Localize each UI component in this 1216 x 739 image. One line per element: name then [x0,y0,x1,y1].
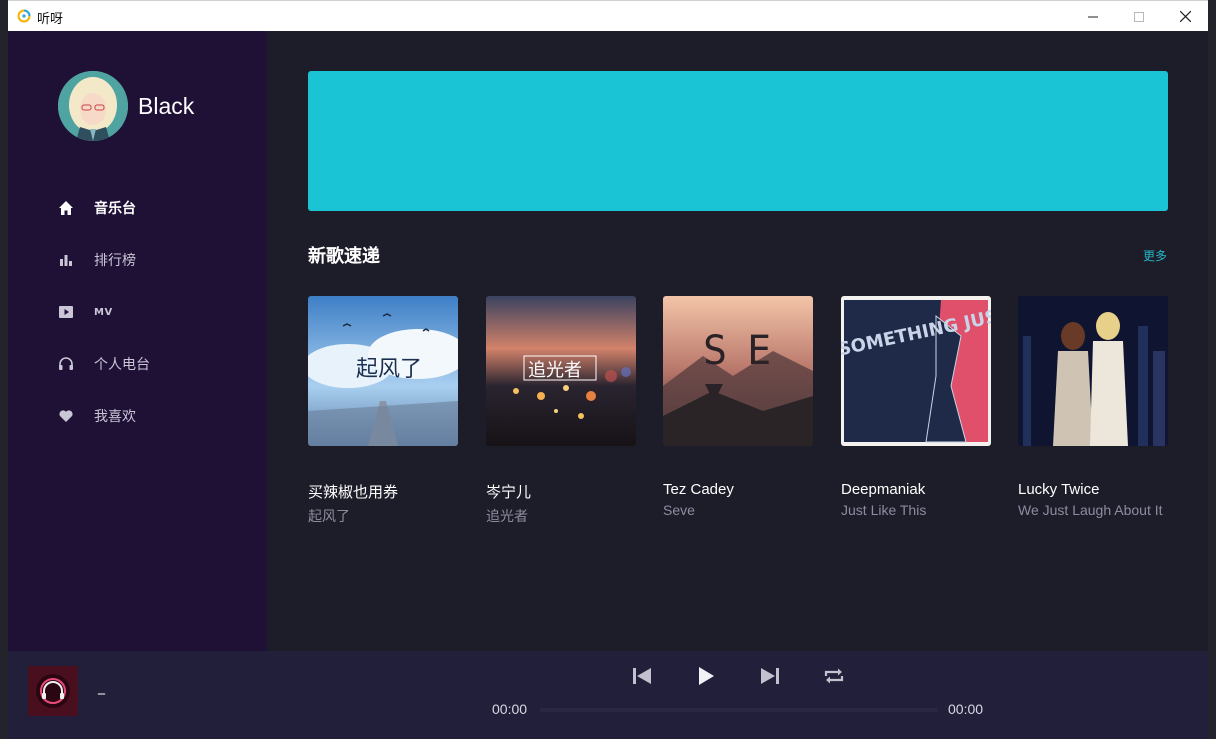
window-title: 听呀 [37,12,64,27]
sidebar-item-label: MV [94,306,113,318]
current-time: 00:00 [492,701,528,717]
album-cover-text: 追光者 [528,360,582,381]
artist-name[interactable]: We Just Laugh About It [1018,502,1168,518]
album-cover-text: SE [703,328,791,374]
repeat-button[interactable] [822,665,846,687]
avatar[interactable] [58,71,128,141]
album-cover[interactable]: 追光者 [486,296,636,446]
app-logo-icon [17,9,31,23]
album-card[interactable]: 起风了 买辣椒也用券 起风了 [308,296,458,526]
section-title: 新歌速递 [308,246,380,267]
sidebar-item-label: 我喜欢 [94,409,136,425]
artist-name[interactable]: 起风了 [308,506,458,526]
sidebar-item-charts[interactable]: 排行榜 [58,245,248,275]
sidebar-item-label: 排行榜 [94,253,136,269]
sidebar-item-personal-radio[interactable]: 个人电台 [58,349,248,379]
heart-icon [58,408,74,424]
minimize-button[interactable] [1070,1,1116,32]
banner[interactable] [308,71,1168,211]
headphones-icon [58,356,74,372]
home-icon [58,200,74,216]
maximize-icon [1134,11,1144,22]
main-content: 新歌速递 更多 起风了 买辣椒也用券 起风了 追光者 岑宁儿 追光者 SE Te… [267,31,1208,651]
player-bar: _ 00:00 00:00 [8,651,1208,739]
previous-button[interactable] [630,665,654,687]
album-cover[interactable]: SE [663,296,813,446]
song-name[interactable]: Tez Cadey [663,481,813,498]
total-time: 00:00 [948,701,984,717]
skip-next-icon [761,668,779,684]
song-name[interactable]: Deepmaniak [841,481,991,498]
minimize-icon [1088,16,1098,17]
play-button[interactable] [694,665,718,687]
app-window: 听呀 Black 音乐台 排行榜 MV 个人电台 我喜欢 新歌速递 更多 起风了… [8,0,1208,739]
play-icon [699,667,714,685]
progress-bar[interactable] [540,708,938,712]
album-card[interactable]: SE Tez Cadey Seve [663,296,813,518]
bar-chart-icon [58,252,74,268]
artist-name[interactable]: Seve [663,502,813,518]
album-card[interactable]: Lucky Twice We Just Laugh About It [1018,296,1168,518]
album-cover-text: 起风了 [356,357,422,382]
sidebar-item-label: 个人电台 [94,357,150,373]
video-play-icon [58,304,74,320]
album-cover[interactable] [1018,296,1168,446]
background-strip-right [1208,0,1216,739]
background-strip-left [0,0,8,739]
artist-name[interactable]: 追光者 [486,506,636,526]
song-name[interactable]: 岑宁儿 [486,481,636,502]
more-link[interactable]: 更多 [1143,247,1167,264]
sidebar-item-favorites[interactable]: 我喜欢 [58,401,248,431]
now-playing-title: _ [98,679,105,695]
artist-name[interactable]: Just Like This [841,502,991,518]
next-button[interactable] [758,665,782,687]
skip-previous-icon [633,668,651,684]
album-cover[interactable]: SOMETHING JUST LIKE THIS [841,296,991,446]
sidebar-item-music-station[interactable]: 音乐台 [58,193,248,223]
album-cover[interactable]: 起风了 [308,296,458,446]
now-playing-thumbnail[interactable] [28,666,78,716]
close-icon [1179,11,1191,22]
repeat-icon [824,668,844,684]
sidebar-item-mv[interactable]: MV [58,297,248,327]
avatar-image [58,71,128,141]
song-name[interactable]: Lucky Twice [1018,481,1168,498]
song-name[interactable]: 买辣椒也用券 [308,481,458,502]
title-bar: 听呀 [8,0,1208,31]
sidebar-item-label: 音乐台 [94,201,136,217]
username: Black [138,93,195,119]
maximize-button[interactable] [1116,1,1162,32]
album-card[interactable]: 追光者 岑宁儿 追光者 [486,296,636,526]
close-button[interactable] [1162,1,1208,32]
album-card[interactable]: SOMETHING JUST LIKE THIS Deepmaniak Just… [841,296,991,518]
sidebar: Black 音乐台 排行榜 MV 个人电台 我喜欢 [8,31,267,651]
